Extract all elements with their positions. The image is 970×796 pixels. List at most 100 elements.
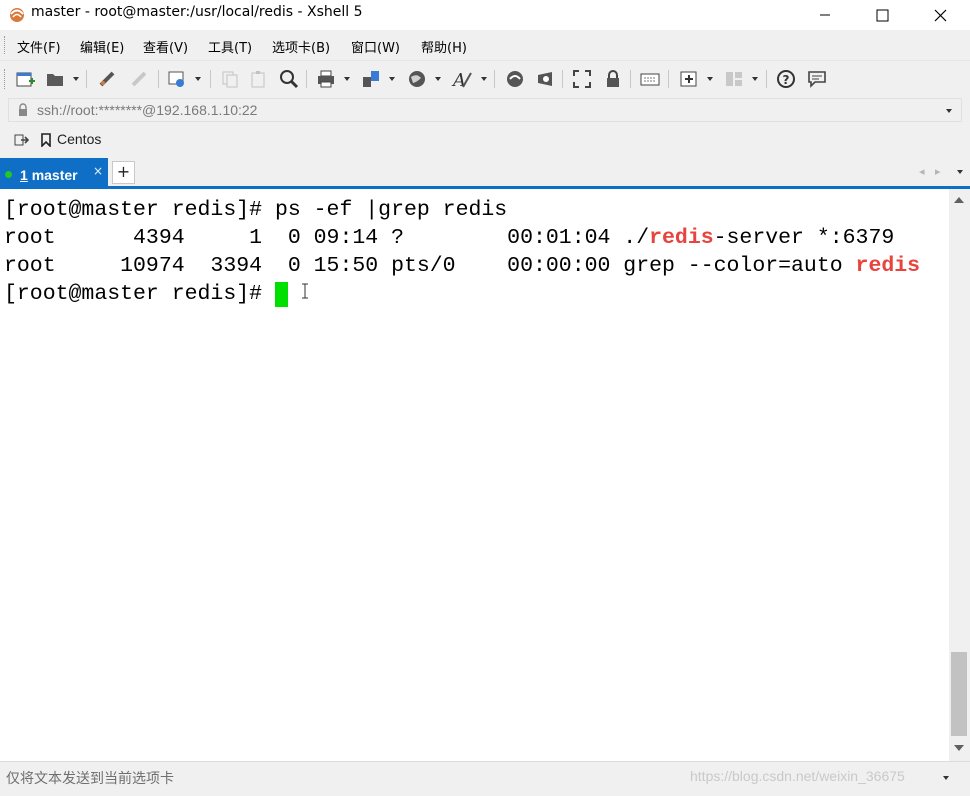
terminal-area[interactable]: [root@master redis]# ps -ef |grep redis … bbox=[0, 189, 949, 761]
fullscreen-icon bbox=[573, 70, 591, 88]
minimize-button[interactable] bbox=[796, 0, 854, 30]
connected-status-icon bbox=[5, 171, 12, 178]
chat-button[interactable] bbox=[806, 68, 828, 90]
tab-scroll-right-icon[interactable]: ▸ bbox=[935, 165, 941, 178]
terminal-line: root 4394 1 0 09:14 ? 00:01:04 ./redis-s… bbox=[4, 224, 894, 252]
encoding-button[interactable] bbox=[406, 68, 428, 90]
lock-icon bbox=[607, 70, 619, 87]
toolbar-separator bbox=[766, 70, 767, 88]
terminal-text: root 4394 1 0 09:14 ? 00:01:04 ./ bbox=[4, 226, 650, 250]
paste-button[interactable] bbox=[248, 68, 270, 90]
toolbar-separator bbox=[630, 70, 631, 88]
new-tab-button[interactable] bbox=[678, 68, 700, 90]
tab-scroll-left-icon[interactable]: ◂ bbox=[919, 165, 925, 178]
print-button[interactable] bbox=[315, 68, 337, 90]
toolbar: A ? bbox=[0, 61, 970, 96]
tab-bar: 1 master × + ◂ ▸ bbox=[0, 155, 970, 188]
add-tab-icon bbox=[680, 71, 697, 87]
toolbar-separator bbox=[306, 70, 307, 88]
new-tab-dropdown-icon[interactable] bbox=[707, 77, 713, 81]
menu-view[interactable]: 查看(V) bbox=[143, 37, 188, 56]
menu-file[interactable]: 文件(F) bbox=[17, 37, 61, 56]
keyboard-button[interactable] bbox=[639, 68, 661, 90]
fullscreen-button[interactable] bbox=[571, 68, 593, 90]
print-icon bbox=[318, 70, 334, 88]
disconnect-button[interactable] bbox=[128, 68, 150, 90]
close-button[interactable] bbox=[911, 0, 969, 30]
menu-window[interactable]: 窗口(W) bbox=[351, 37, 400, 56]
status-dropdown-icon[interactable] bbox=[943, 776, 949, 780]
new-session-button[interactable] bbox=[14, 68, 36, 90]
address-field[interactable]: ssh://root:********@192.168.1.10:22 bbox=[8, 98, 962, 122]
toolbar-separator bbox=[668, 70, 669, 88]
layout-icon bbox=[726, 72, 742, 86]
link-centos[interactable]: Centos bbox=[57, 131, 101, 147]
address-input[interactable]: ssh://root:********@192.168.1.10:22 bbox=[37, 102, 257, 118]
tab-close-button[interactable]: × bbox=[93, 164, 103, 178]
toolbar-separator bbox=[494, 70, 495, 88]
lock-button[interactable] bbox=[602, 68, 624, 90]
tab-name: master bbox=[31, 167, 78, 183]
tab-list-dropdown-icon[interactable] bbox=[957, 170, 963, 174]
print-dropdown-icon[interactable] bbox=[344, 77, 350, 81]
encoding-dropdown-icon[interactable] bbox=[435, 77, 441, 81]
add-tab-button[interactable]: + bbox=[112, 161, 135, 184]
menu-help[interactable]: 帮助(H) bbox=[421, 37, 467, 56]
tab-number: 1 bbox=[20, 167, 28, 183]
minimize-icon bbox=[820, 14, 830, 16]
reconnect-button[interactable] bbox=[96, 68, 118, 90]
grep-highlight: redis bbox=[649, 226, 714, 250]
copy-button[interactable] bbox=[219, 68, 241, 90]
menu-tools[interactable]: 工具(T) bbox=[208, 37, 252, 56]
chat-icon bbox=[808, 71, 826, 88]
scroll-up-icon[interactable] bbox=[954, 197, 964, 203]
terminal-line: [root@master redis]# ps -ef |grep redis bbox=[4, 198, 508, 222]
keyboard-icon bbox=[640, 73, 660, 86]
help-icon: ? bbox=[777, 70, 795, 88]
scroll-down-icon[interactable] bbox=[954, 745, 964, 751]
send-to-current-tab-hint[interactable]: 仅将文本发送到当前选项卡 bbox=[6, 768, 174, 788]
toolbar-separator bbox=[562, 70, 563, 88]
disconnect-icon bbox=[131, 71, 147, 87]
xftp-button[interactable] bbox=[504, 68, 526, 90]
menu-bar: 文件(F) 编辑(E) 查看(V) 工具(T) 选项卡(B) 窗口(W) 帮助(… bbox=[0, 30, 970, 61]
links-bar: Centos bbox=[0, 124, 970, 155]
font-dropdown-icon[interactable] bbox=[481, 77, 487, 81]
terminal-text: -server *:6379 bbox=[713, 226, 895, 250]
find-button[interactable] bbox=[278, 68, 300, 90]
window-title: master - root@master:/usr/local/redis - … bbox=[31, 4, 363, 20]
transfer-button[interactable] bbox=[360, 68, 382, 90]
address-bar: ssh://root:********@192.168.1.10:22 bbox=[0, 96, 970, 124]
properties-button[interactable] bbox=[166, 68, 188, 90]
grep-highlight: redis bbox=[855, 254, 921, 278]
layout-button[interactable] bbox=[723, 68, 745, 90]
open-dropdown-icon[interactable] bbox=[73, 77, 79, 81]
maximize-button[interactable] bbox=[853, 0, 911, 30]
layout-dropdown-icon[interactable] bbox=[752, 77, 758, 81]
font-button[interactable]: A bbox=[451, 68, 473, 90]
terminal-text: root 10974 3394 0 15:50 pts/0 00:00:00 g… bbox=[4, 254, 856, 278]
open-button[interactable] bbox=[44, 68, 66, 90]
menu-grip[interactable] bbox=[4, 36, 7, 54]
address-dropdown-icon[interactable] bbox=[946, 109, 952, 113]
lock-icon bbox=[19, 103, 27, 116]
toolbar-grip[interactable] bbox=[4, 69, 7, 89]
vertical-scrollbar[interactable] bbox=[949, 189, 970, 761]
properties-gear-icon bbox=[168, 71, 184, 87]
font-icon: A bbox=[451, 70, 472, 89]
properties-dropdown-icon[interactable] bbox=[195, 77, 201, 81]
scrollbar-thumb[interactable] bbox=[951, 652, 967, 736]
tab-master[interactable]: 1 master × bbox=[0, 158, 108, 188]
copy-icon bbox=[222, 71, 238, 88]
terminal-cursor bbox=[274, 282, 288, 307]
menu-tabs[interactable]: 选项卡(B) bbox=[272, 37, 330, 56]
transfer-dropdown-icon[interactable] bbox=[389, 77, 395, 81]
links-arrow-icon[interactable] bbox=[13, 132, 29, 148]
help-button[interactable]: ? bbox=[775, 68, 797, 90]
menu-edit[interactable]: 编辑(E) bbox=[80, 37, 124, 56]
xmanager-button[interactable] bbox=[534, 68, 556, 90]
search-icon bbox=[280, 70, 299, 89]
transfer-icon bbox=[363, 71, 379, 87]
toolbar-separator bbox=[158, 70, 159, 88]
xftp-icon bbox=[507, 71, 523, 87]
